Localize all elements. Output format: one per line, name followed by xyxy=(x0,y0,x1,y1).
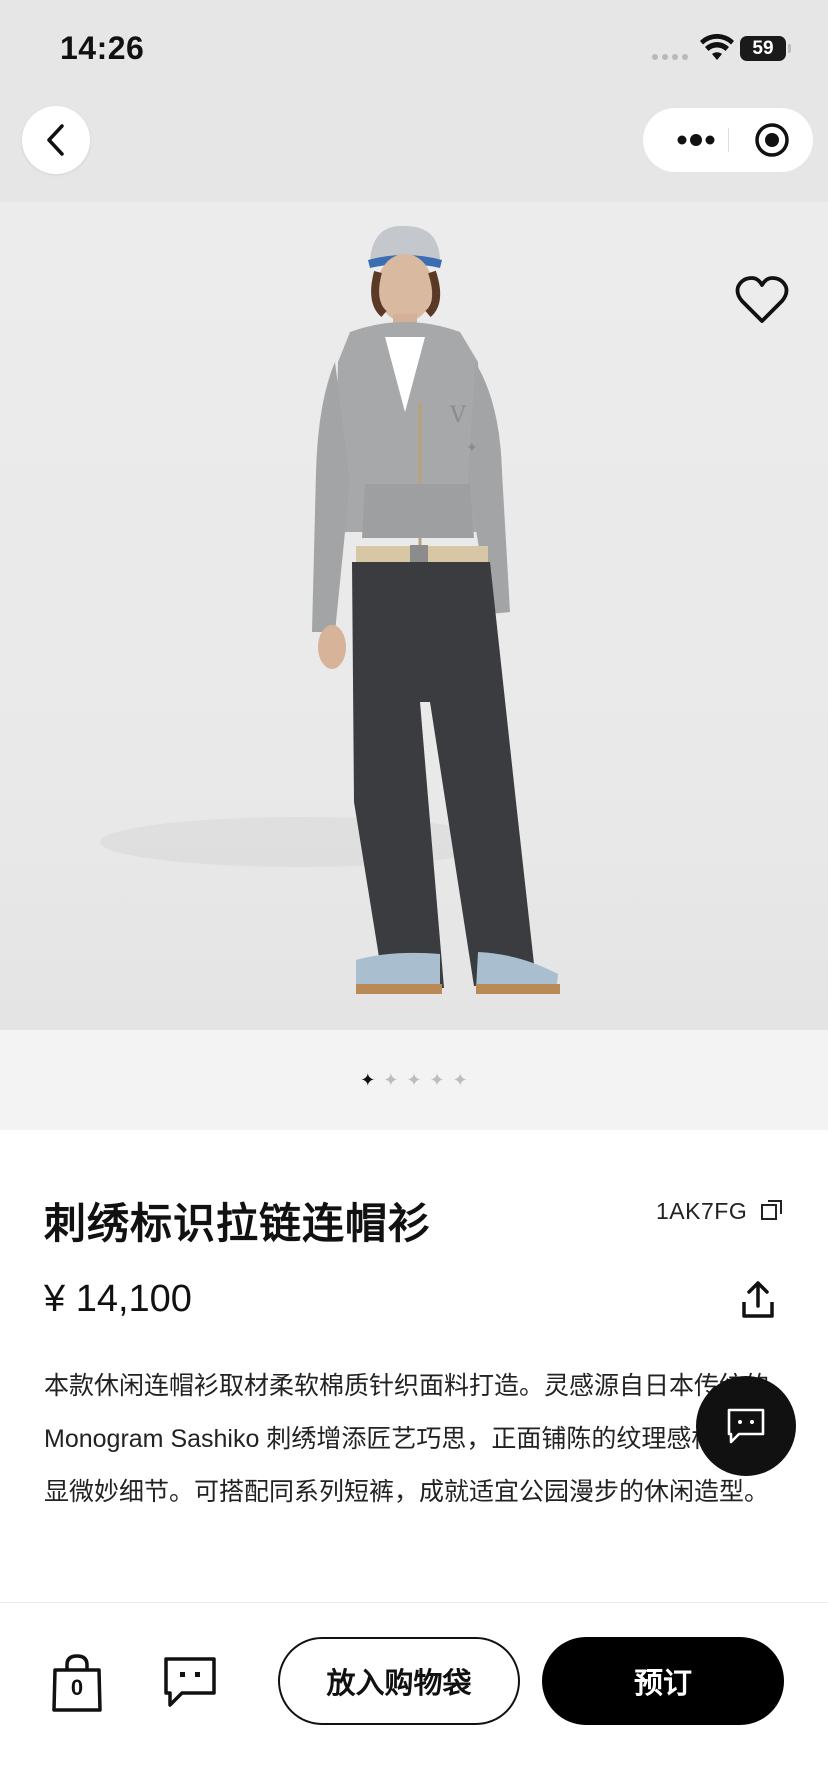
description-line: Monogram Sashiko 刺绣增添匠艺巧思，正面铺陈的纹理感标识 xyxy=(44,1425,742,1453)
pager-dot[interactable]: ✦ xyxy=(406,1071,421,1089)
description-line: 显微妙细节。可搭配同系列短裤，成就适宜公园漫步的休闲造型。 xyxy=(44,1478,770,1506)
bag-count-badge: 0 xyxy=(70,1675,84,1700)
wifi-icon xyxy=(700,34,734,60)
pager-dot-active[interactable]: ✦ xyxy=(360,1071,375,1089)
capsule-divider xyxy=(728,128,729,152)
add-to-bag-button[interactable]: 放入购物袋 xyxy=(278,1637,520,1725)
pager-dot[interactable]: ✦ xyxy=(430,1071,445,1089)
close-mini-program-button[interactable] xyxy=(743,108,801,172)
product-title: 刺绣标识拉链连帽衫 xyxy=(44,1200,432,1247)
product-image[interactable]: V ✦ xyxy=(0,202,828,1030)
copy-icon[interactable] xyxy=(760,1198,784,1222)
message-icon[interactable] xyxy=(162,1655,218,1709)
more-button[interactable] xyxy=(667,108,725,172)
bottom-action-bar: 0 放入购物袋 预订 xyxy=(0,1602,828,1792)
shopping-bag-button[interactable]: 0 xyxy=(50,1653,104,1713)
signal-icon xyxy=(652,54,688,60)
product-sku: 1AK7FG xyxy=(656,1198,748,1224)
heart-outline-icon[interactable] xyxy=(734,274,790,326)
model-illustration: V ✦ xyxy=(100,225,560,994)
product-description: 本款休闲连帽衫取材柔软棉质针织面料打造。灵感源自日本传统的 Monogram S… xyxy=(44,1360,784,1519)
more-dots-icon xyxy=(677,134,715,146)
image-pagination: ✦ ✦ ✦ ✦ ✦ xyxy=(0,1030,828,1130)
svg-text:V: V xyxy=(449,403,467,428)
chevron-left-icon xyxy=(47,124,64,156)
battery-indicator: 59 xyxy=(740,36,791,61)
svg-text:✦: ✦ xyxy=(466,440,478,456)
share-icon[interactable] xyxy=(740,1280,776,1320)
back-button[interactable] xyxy=(22,106,90,174)
status-bar: 14:26 59 xyxy=(0,0,828,100)
nav-bar xyxy=(0,100,828,202)
pager-dot[interactable]: ✦ xyxy=(383,1071,398,1089)
reserve-button[interactable]: 预订 xyxy=(542,1637,784,1725)
product-price: ¥ 14,100 xyxy=(44,1278,192,1320)
pager-dot[interactable]: ✦ xyxy=(453,1071,468,1089)
target-circle-icon xyxy=(755,123,789,157)
chat-bubble-icon xyxy=(727,1408,765,1444)
chat-fab-button[interactable] xyxy=(696,1376,796,1476)
mini-program-capsule xyxy=(643,108,813,172)
description-line: 本款休闲连帽衫取材柔软棉质针织面料打造。灵感源自日本传统的 xyxy=(44,1372,770,1400)
status-time: 14:26 xyxy=(60,30,145,66)
